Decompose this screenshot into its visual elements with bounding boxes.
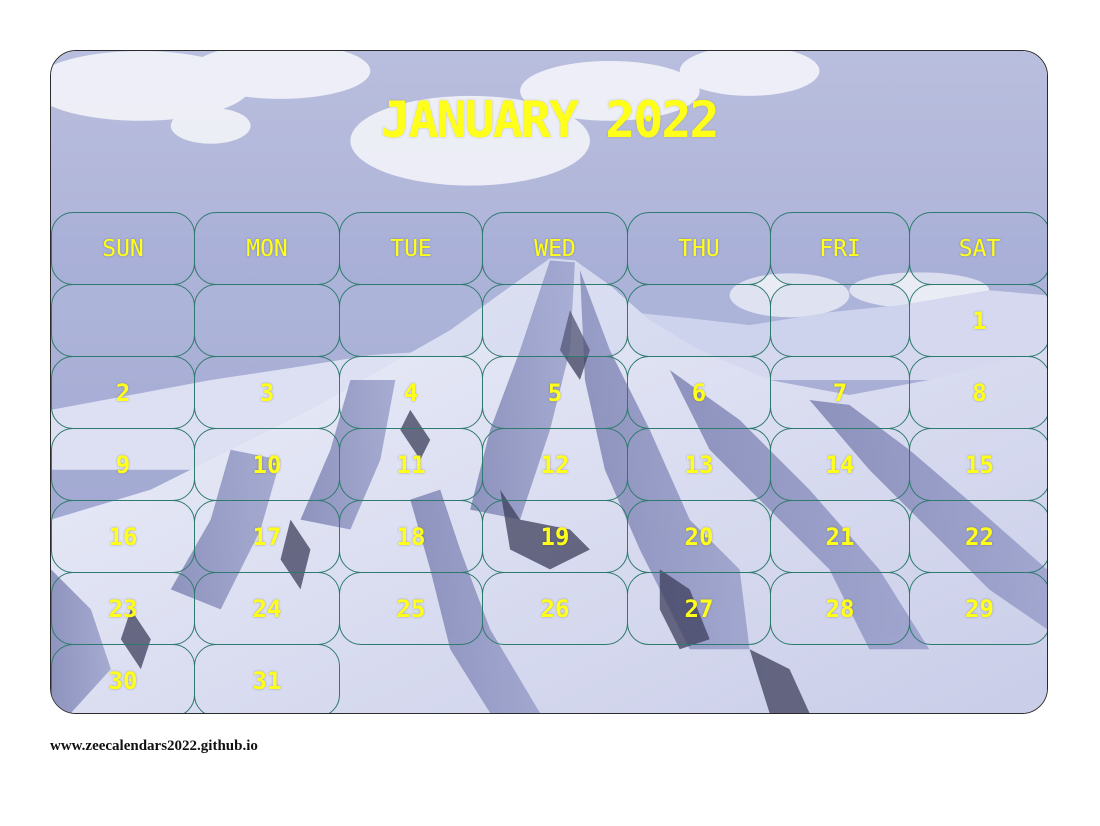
day-cell: 24	[194, 572, 340, 645]
day-cell-empty	[51, 284, 195, 357]
footer-website-link[interactable]: www.zeecalendars2022.github.io	[50, 738, 258, 755]
day-cell: 21	[770, 500, 910, 573]
day-cell: 9	[51, 428, 195, 501]
day-cell: 3	[194, 356, 340, 429]
day-cell: 13	[627, 428, 771, 501]
day-cell: 11	[339, 428, 483, 501]
day-cell: 6	[627, 356, 771, 429]
day-cell: 28	[770, 572, 910, 645]
day-cell: 19	[482, 500, 628, 573]
weekday-header-tue: TUE	[339, 212, 483, 285]
day-cell: 17	[194, 500, 340, 573]
day-cell: 15	[909, 428, 1047, 501]
day-cell: 16	[51, 500, 195, 573]
day-cell: 27	[627, 572, 771, 645]
day-cell: 23	[51, 572, 195, 645]
day-cell: 5	[482, 356, 628, 429]
day-cell-empty	[770, 284, 910, 357]
day-cell: 2	[51, 356, 195, 429]
weekday-header-sat: SAT	[909, 212, 1047, 285]
day-cell: 10	[194, 428, 340, 501]
day-cell: 20	[627, 500, 771, 573]
weekday-header-fri: FRI	[770, 212, 910, 285]
day-cell-empty	[194, 284, 340, 357]
weekday-header-sun: SUN	[51, 212, 195, 285]
day-cell: 22	[909, 500, 1047, 573]
day-cell-empty	[627, 284, 771, 357]
calendar-title: JANUARY 2022	[380, 91, 719, 149]
calendar-card: JANUARY 2022 SUN MON TUE WED THU FRI SAT…	[50, 50, 1048, 714]
day-cell: 31	[194, 644, 340, 713]
day-cell: 12	[482, 428, 628, 501]
calendar-grid: SUN MON TUE WED THU FRI SAT 1 2 3 4 5 6 …	[51, 212, 1047, 713]
day-cell: 30	[51, 644, 195, 713]
day-cell-empty	[339, 284, 483, 357]
day-cell: 7	[770, 356, 910, 429]
day-cell: 29	[909, 572, 1047, 645]
day-cell: 4	[339, 356, 483, 429]
day-cell: 26	[482, 572, 628, 645]
day-cell: 8	[909, 356, 1047, 429]
day-cell: 18	[339, 500, 483, 573]
day-cell: 14	[770, 428, 910, 501]
weekday-header-wed: WED	[482, 212, 628, 285]
weekday-header-thu: THU	[627, 212, 771, 285]
day-cell: 25	[339, 572, 483, 645]
weekday-header-mon: MON	[194, 212, 340, 285]
day-cell: 1	[909, 284, 1047, 357]
day-cell-empty	[482, 284, 628, 357]
